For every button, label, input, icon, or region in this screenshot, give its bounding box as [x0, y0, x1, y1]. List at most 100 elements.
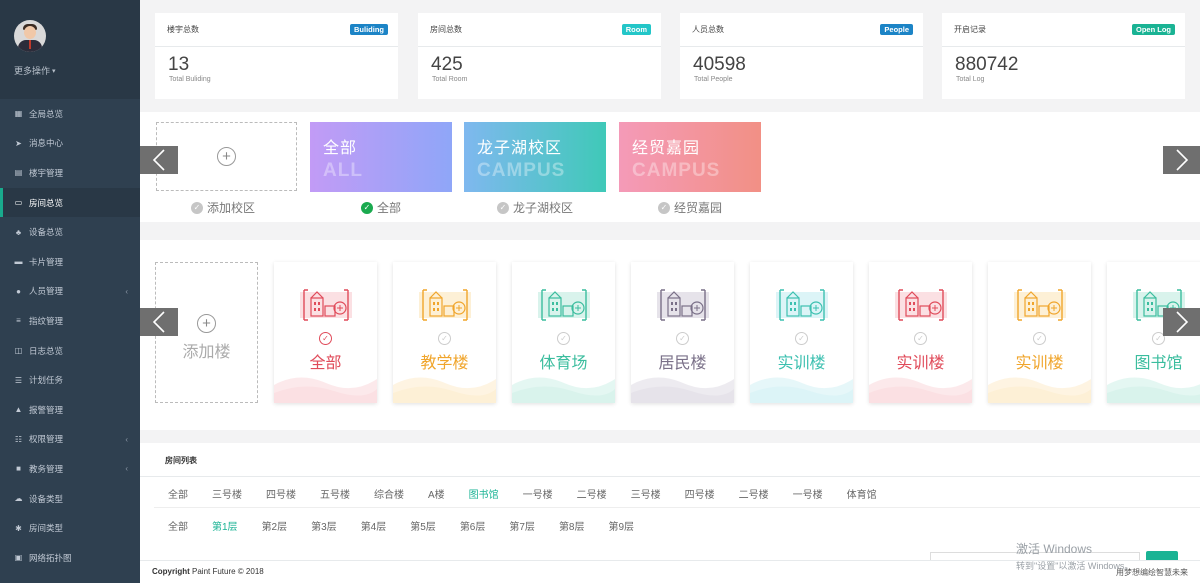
sidebar-item-2[interactable]: ▤ 楼宇管理 [0, 158, 140, 188]
building-card[interactable]: ✓ 居民楼 [631, 262, 734, 403]
cubes-icon: ■ [16, 464, 21, 474]
building-filter-item[interactable]: 图书馆 [469, 486, 499, 501]
sidebar-item-label: 网络拓扑图 [29, 552, 72, 563]
building-prev-arrow[interactable] [140, 308, 178, 336]
sidebar: 更多操作 ▾ ▦ 全局总览 ➤ 消息中心 ▤ 楼宇管理 ▭ 房间总览 ♣ 设备总览 ▬ 卡片管理 ● 人员… [0, 0, 140, 583]
floor-filter-item[interactable]: 第6层 [460, 518, 486, 533]
floor-filter-item[interactable]: 第4层 [361, 518, 387, 533]
campus-prev-arrow[interactable] [140, 146, 178, 174]
sidebar-item-0[interactable]: ▦ 全局总览 [0, 99, 140, 129]
sidebar-item-13[interactable]: ☁ 设备类型 [0, 484, 140, 514]
check-icon: ✓ [191, 201, 203, 214]
stat-title: 房间总数 [430, 25, 462, 34]
floor-filter-item[interactable]: 全部 [168, 518, 188, 533]
campus-panel: + ✓ 添加校区 全部 ALL ✓ 全部 龙子湖校区 CAMPUS ✓ 龙子湖校区 经贸嘉园 CA… [140, 112, 1200, 222]
campus-label: 经贸嘉园 [673, 201, 723, 215]
building-filter-item[interactable]: 三号楼 [631, 486, 661, 501]
building-card[interactable]: ✓ 教学楼 [393, 262, 496, 403]
floor-filter-item[interactable]: 第7层 [509, 518, 535, 533]
cloud-icon: ☁ [14, 494, 23, 504]
building-filter-item[interactable]: 一号楼 [793, 486, 823, 501]
sidebar-item-1[interactable]: ➤ 消息中心 [0, 129, 140, 159]
more-ops-dropdown[interactable]: 更多操作 ▾ [14, 64, 140, 77]
building-icon [1014, 289, 1066, 321]
campus-name: 龙子湖校区 [477, 140, 563, 157]
wave-decoration [750, 377, 853, 403]
check-circle-icon: ✓ [438, 332, 451, 345]
building-card[interactable]: ✓ 体育场 [512, 262, 615, 403]
sidebar-item-label: 计划任务 [29, 375, 64, 386]
wave-decoration [274, 377, 377, 403]
stat-subtitle: Total Room [432, 76, 468, 83]
building-filter-item[interactable]: 全部 [168, 486, 188, 501]
sidebar-item-4[interactable]: ♣ 设备总览 [0, 217, 140, 247]
sidebar-item-15[interactable]: ▣ 网络拓扑图 [0, 543, 140, 573]
building-filter-item[interactable]: 三号楼 [212, 486, 242, 501]
check-circle-icon: ✓ [319, 332, 332, 345]
list-icon: ≡ [16, 316, 21, 326]
sidebar-item-8[interactable]: ◫ 日志总览 [0, 336, 140, 366]
stat-subtitle: Total Log [956, 76, 985, 83]
building-filter-item[interactable]: 二号楼 [577, 486, 607, 501]
avatar[interactable] [14, 20, 46, 52]
check-circle-icon: ✓ [1033, 332, 1046, 345]
building-filter-item[interactable]: 四号楼 [685, 486, 715, 501]
sidebar-item-label: 设备总览 [29, 227, 64, 238]
caret-down-icon: ▾ [52, 67, 56, 75]
stat-card: 房间总数 Room 425 Total Room [418, 13, 661, 99]
sidebar-item-12[interactable]: ■ 教务管理 ‹ [0, 454, 140, 484]
sidebar-item-9[interactable]: ☰ 计划任务 [0, 365, 140, 395]
wave-decoration [1107, 377, 1200, 403]
building-filter-item[interactable]: A楼 [428, 486, 445, 501]
building-filter-item[interactable]: 综合楼 [374, 486, 404, 501]
sidebar-item-5[interactable]: ▬ 卡片管理 [0, 247, 140, 277]
campus-next-arrow[interactable] [1163, 146, 1200, 174]
floor-filter-item[interactable]: 第5层 [410, 518, 436, 533]
building-next-arrow[interactable] [1163, 308, 1200, 336]
stat-card: 楼宇总数 Buliding 13 Total Buliding [155, 13, 398, 99]
campus-name: 全部 [323, 140, 358, 157]
floor-filter-item[interactable]: 第3层 [311, 518, 337, 533]
windows-activation-watermark: 激活 Windows 转到"设置"以激活 Windows。 [1016, 542, 1134, 571]
floor-filter-item[interactable]: 第1层 [212, 518, 238, 533]
floor-filter-item[interactable]: 第8层 [559, 518, 585, 533]
check-circle-icon: ✓ [557, 332, 570, 345]
sidebar-item-label: 房间总览 [29, 197, 64, 208]
sidebar-item-7[interactable]: ≡ 指纹管理 [0, 306, 140, 336]
wave-decoration [393, 377, 496, 403]
building-card[interactable]: ✓ 实训楼 [869, 262, 972, 403]
sidebar-item-10[interactable]: ▲ 报警管理 [0, 395, 140, 425]
building-icon [300, 289, 352, 321]
floor-filter-item[interactable]: 第2层 [262, 518, 288, 533]
card-icon: ▬ [14, 257, 23, 267]
building-card[interactable]: ✓ 实训楼 [988, 262, 1091, 403]
sidebar-item-11[interactable]: ☷ 权限管理 ‹ [0, 425, 140, 455]
chevron-left-icon [152, 149, 165, 171]
stat-badge: Buliding [350, 24, 388, 35]
check-icon: ✓ [657, 201, 670, 214]
campus-label-row[interactable]: ✓ 全部 [360, 199, 401, 216]
sidebar-item-label: 人员管理 [29, 286, 64, 297]
building-card[interactable]: ✓ 全部 [274, 262, 377, 403]
building-filter-item[interactable]: 一号楼 [523, 486, 553, 501]
building-filter-item[interactable]: 四号楼 [266, 486, 296, 501]
campus-card[interactable]: 龙子湖校区 CAMPUS [464, 122, 606, 192]
building-filter-item[interactable]: 二号楼 [739, 486, 769, 501]
campus-card[interactable]: 全部 ALL [310, 122, 452, 192]
sidebar-item-3[interactable]: ▭ 房间总览 [0, 187, 140, 218]
building-card[interactable]: ✓ 实训楼 [750, 262, 853, 403]
building-filter-item[interactable]: 体育馆 [847, 486, 877, 501]
building-filter-item[interactable]: 五号楼 [320, 486, 350, 501]
campus-label-row[interactable]: ✓ 经贸嘉园 [657, 199, 723, 216]
plus-icon: + [217, 147, 236, 166]
sidebar-item-6[interactable]: ● 人员管理 ‹ [0, 277, 140, 307]
building-icon [895, 289, 947, 321]
chevron-left-icon: ‹ [125, 464, 128, 474]
campus-card[interactable]: 经贸嘉园 CAMPUS [619, 122, 761, 192]
campus-label-row[interactable]: ✓ 龙子湖校区 [496, 199, 573, 216]
sliders-icon: ☷ [14, 434, 23, 444]
building-icon [776, 289, 828, 321]
sidebar-item-14[interactable]: ✱ 房间类型 [0, 513, 140, 543]
chevron-right-icon [1175, 149, 1188, 171]
floor-filter-item[interactable]: 第9层 [609, 518, 635, 533]
